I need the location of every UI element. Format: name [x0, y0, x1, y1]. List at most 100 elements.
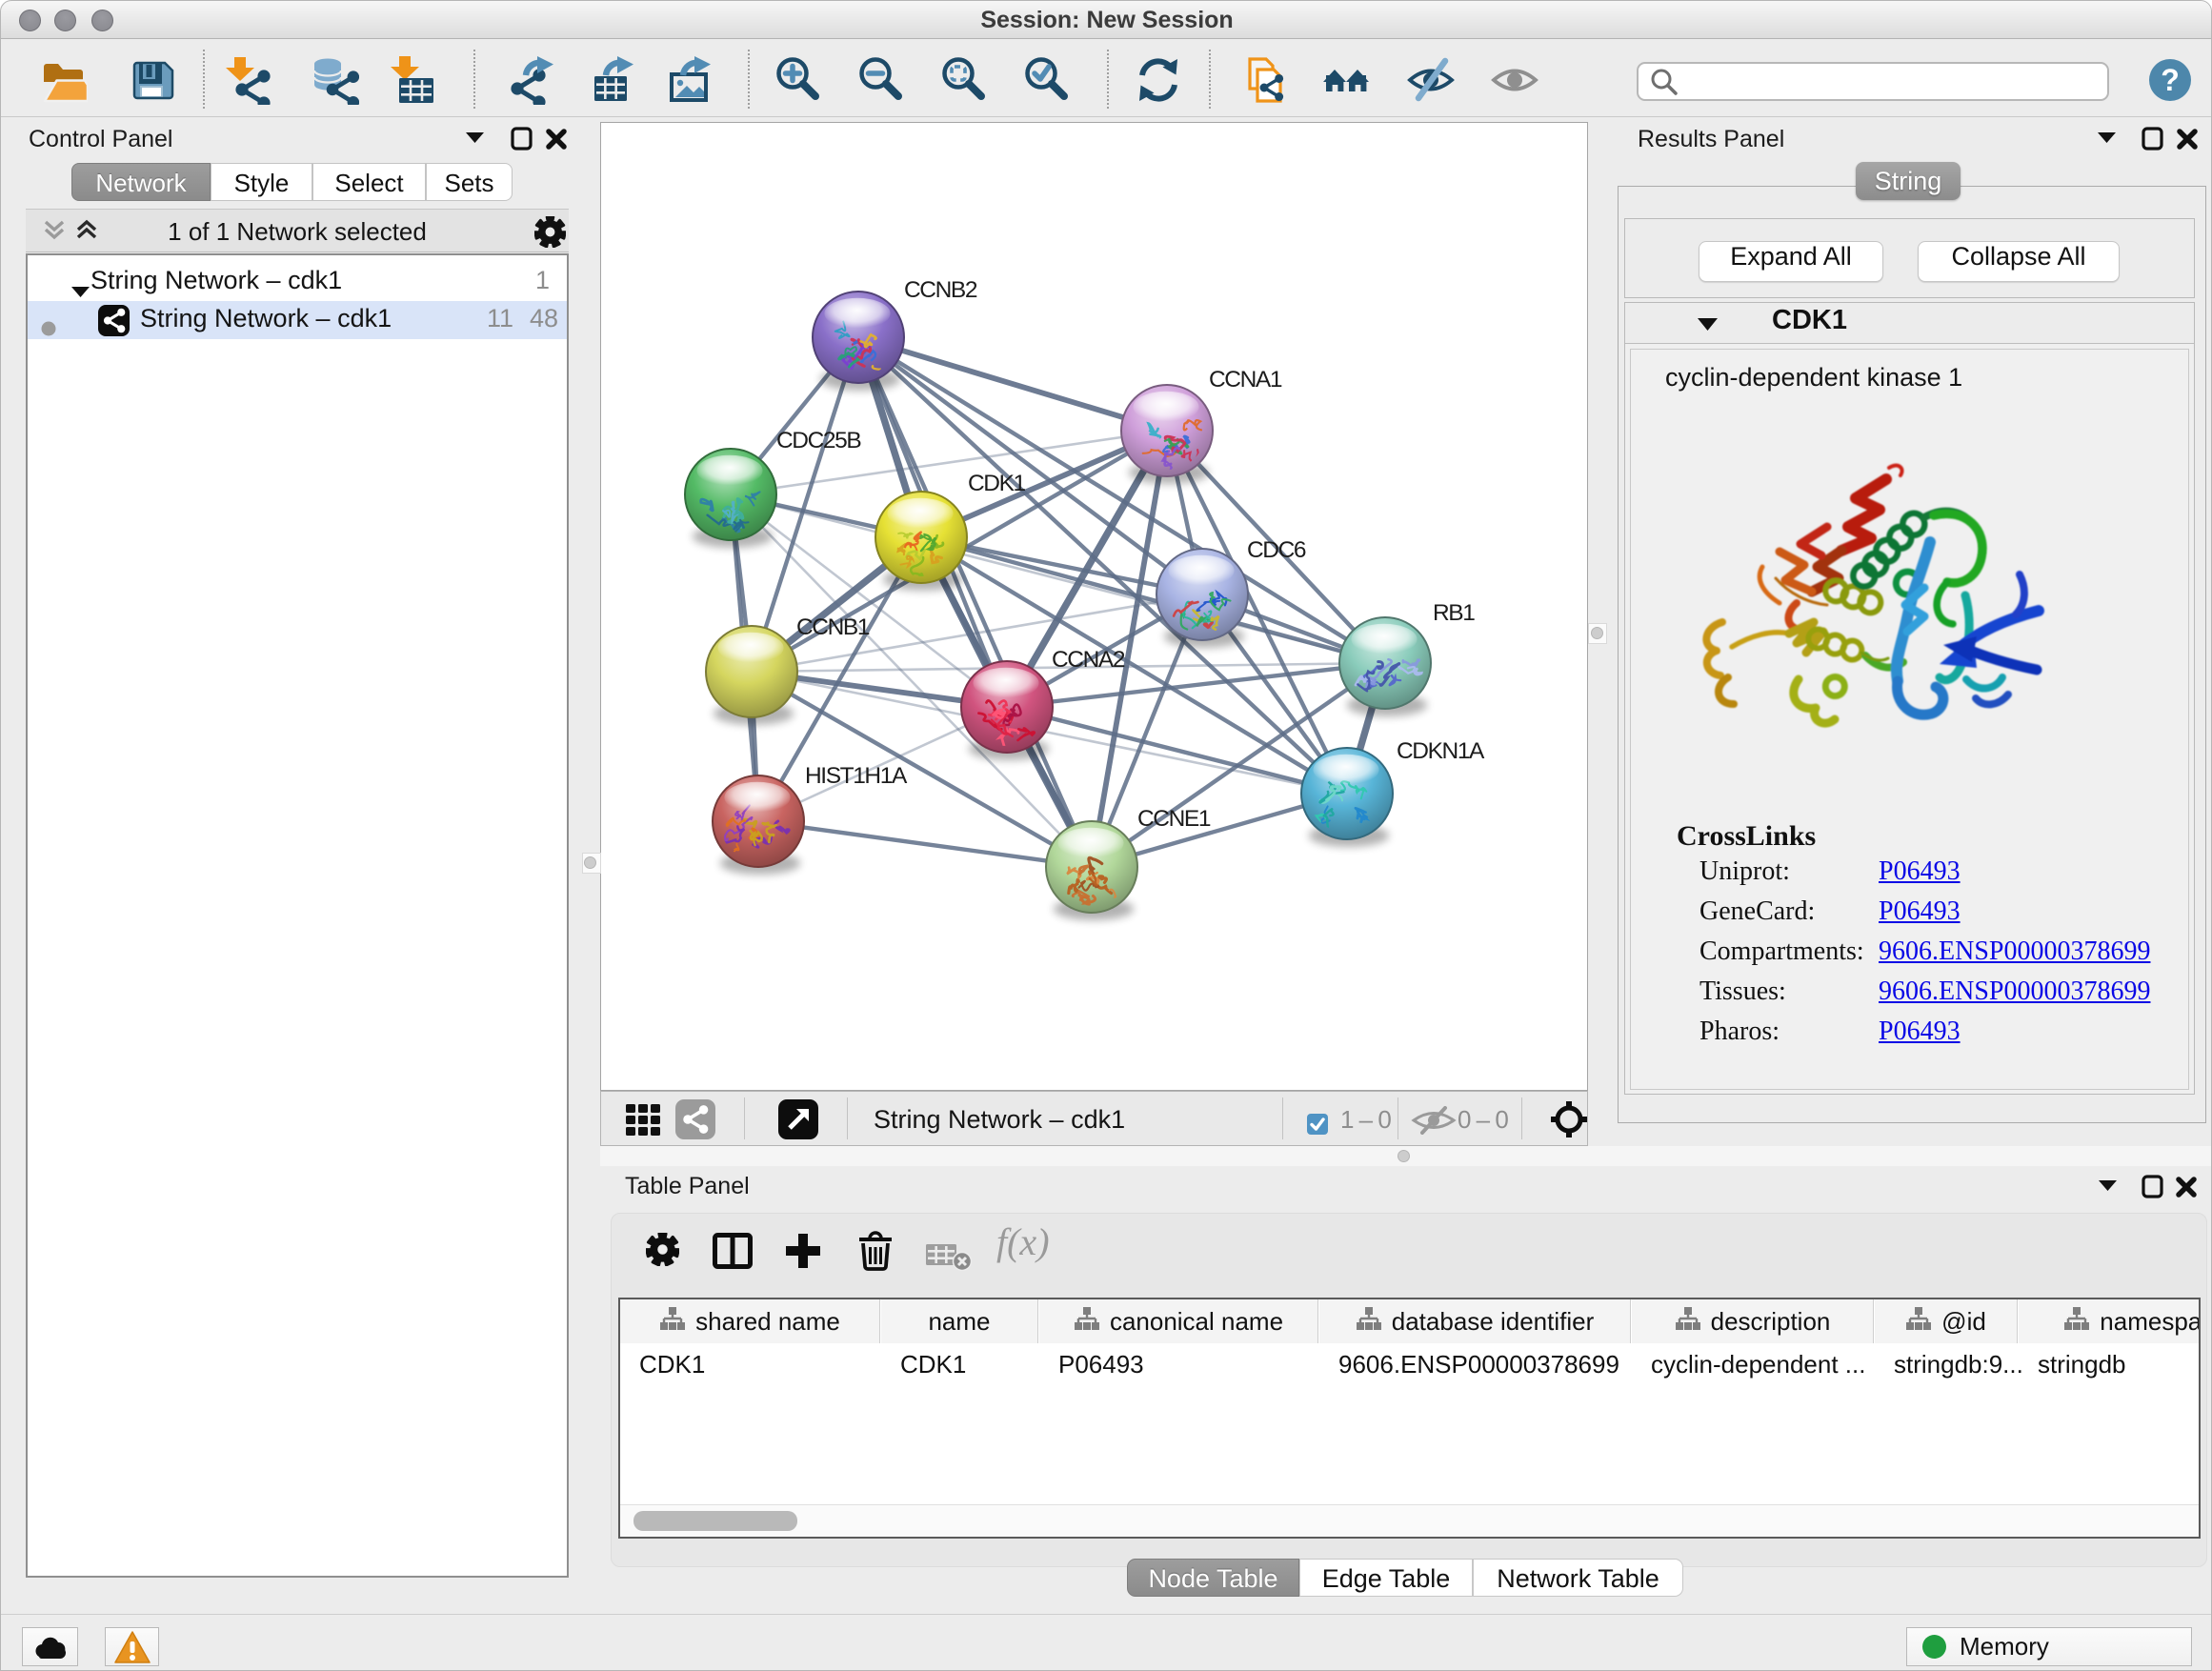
- table-delete-column-icon[interactable]: [926, 1240, 972, 1276]
- selected-checkbox-icon[interactable]: [1307, 1114, 1328, 1139]
- detach-view-icon[interactable]: [778, 1099, 818, 1144]
- node-RB1[interactable]: [1339, 617, 1431, 716]
- zoom-out-button[interactable]: [857, 55, 907, 105]
- node-CDC25B[interactable]: [685, 449, 776, 548]
- table-add-icon[interactable]: [785, 1233, 821, 1274]
- node-CDC6[interactable]: [1156, 549, 1248, 648]
- table-panel-menu-icon[interactable]: [2099, 1179, 2117, 1197]
- table-function-icon[interactable]: f(x): [996, 1219, 1050, 1264]
- table-scrollbar[interactable]: [620, 1504, 2199, 1537]
- search-input[interactable]: [1637, 62, 2109, 101]
- network-collection-row[interactable]: String Network – cdk1 1: [28, 263, 567, 301]
- memory-button[interactable]: Memory: [1906, 1627, 2192, 1666]
- control-panel-float-icon[interactable]: [511, 127, 533, 156]
- node-CCNA2[interactable]: [961, 661, 1053, 760]
- crosshair-icon[interactable]: [1550, 1100, 1588, 1143]
- node-CDKN1A[interactable]: [1301, 748, 1393, 847]
- crosslink-link[interactable]: P06493: [1879, 856, 1961, 887]
- column-header-canonical-name[interactable]: canonical name: [1039, 1299, 1318, 1343]
- network-share-icon[interactable]: [675, 1099, 715, 1144]
- node-label-CCNB1: CCNB1: [796, 614, 870, 640]
- table-cell[interactable]: P06493: [1039, 1344, 1318, 1384]
- tab-style[interactable]: Style: [211, 163, 312, 201]
- table-cell[interactable]: stringdb:9...: [1875, 1344, 2018, 1384]
- table-cell[interactable]: 9606.ENSP00000378699: [1319, 1344, 1631, 1384]
- crosslink-link[interactable]: 9606.ENSP00000378699: [1879, 936, 2150, 967]
- tab-network[interactable]: Network: [71, 163, 211, 201]
- import-database-button[interactable]: [310, 55, 359, 105]
- column-header-description[interactable]: description: [1632, 1299, 1874, 1343]
- tab-string[interactable]: String: [1856, 162, 1961, 200]
- tab-edge-table[interactable]: Edge Table: [1299, 1559, 1473, 1597]
- node-label-CCNB2: CCNB2: [904, 277, 977, 303]
- table-panel-float-icon[interactable]: [2142, 1175, 2164, 1204]
- copy-network-button[interactable]: [1240, 55, 1290, 105]
- crosslink-link[interactable]: P06493: [1879, 896, 1961, 927]
- cdk1-section-header[interactable]: CDK1: [1625, 303, 2194, 344]
- network-canvas[interactable]: CCNB2CCNA1CDC25BCDK1CDC6RB1CCNB1CCNA2CDK…: [600, 122, 1588, 1091]
- table-cell[interactable]: stringdb: [2019, 1344, 2201, 1384]
- warning-button[interactable]: [105, 1627, 159, 1666]
- expand-all-button[interactable]: Expand All: [1699, 241, 1883, 282]
- edge-CCNB2-CCNA1[interactable]: [858, 337, 1167, 431]
- hidden-eye-icon[interactable]: [1411, 1106, 1457, 1139]
- collapse-all-button[interactable]: Collapse All: [1918, 241, 2120, 282]
- network-options-gear-icon[interactable]: [534, 216, 566, 252]
- column-header-namespace[interactable]: namespace: [2019, 1299, 2201, 1343]
- export-table-button[interactable]: [589, 55, 638, 105]
- crosslink-label: GeneCard:: [1699, 896, 1815, 927]
- node-label-RB1: RB1: [1433, 600, 1475, 626]
- table-cell[interactable]: cyclin-dependent ...: [1632, 1344, 1874, 1384]
- birdseye-grid-icon[interactable]: [624, 1100, 662, 1143]
- home-layout-button[interactable]: [1321, 55, 1371, 105]
- node-CCNA1[interactable]: [1121, 385, 1213, 484]
- right-splitter-handle[interactable]: [1591, 627, 1603, 639]
- refresh-button[interactable]: [1134, 55, 1183, 105]
- table-columns-icon[interactable]: [713, 1233, 753, 1274]
- zoom-in-button[interactable]: [774, 55, 824, 105]
- zoom-selected-button[interactable]: [1023, 55, 1073, 105]
- results-panel-menu-icon[interactable]: [2098, 131, 2116, 149]
- node-HIST1H1A[interactable]: [713, 775, 804, 875]
- show-all-button[interactable]: [1490, 55, 1539, 105]
- table-gear-icon[interactable]: [646, 1233, 679, 1271]
- column-header-shared-name[interactable]: shared name: [620, 1299, 880, 1343]
- column-header-name[interactable]: name: [881, 1299, 1038, 1343]
- column-header-database-identifier[interactable]: database identifier: [1319, 1299, 1631, 1343]
- open-session-button[interactable]: [38, 55, 88, 105]
- tab-sets[interactable]: Sets: [426, 163, 513, 201]
- export-image-button[interactable]: [666, 55, 715, 105]
- tab-select[interactable]: Select: [312, 163, 426, 201]
- control-panel-close-icon[interactable]: [544, 127, 569, 156]
- results-panel-close-icon[interactable]: [2175, 127, 2200, 156]
- cloud-button[interactable]: [22, 1627, 78, 1666]
- bottom-splitter-handle[interactable]: [1398, 1150, 1410, 1162]
- control-panel-menu-icon[interactable]: [466, 131, 484, 149]
- edge-HIST1H1A-CCNE1[interactable]: [758, 821, 1092, 867]
- table-cell[interactable]: CDK1: [620, 1344, 880, 1384]
- import-table-button[interactable]: [391, 55, 440, 105]
- import-network-button[interactable]: [226, 55, 275, 105]
- node-CCNE1[interactable]: [1046, 821, 1137, 920]
- save-session-button[interactable]: [127, 55, 176, 105]
- cdk1-section-content: cyclin-dependent kinase 1 CrossLinks Uni…: [1630, 349, 2189, 1090]
- toolbar-separator: [1107, 50, 1109, 109]
- table-cell[interactable]: CDK1: [881, 1344, 1038, 1384]
- help-button[interactable]: ?: [2145, 55, 2195, 105]
- crosslink-link[interactable]: P06493: [1879, 1017, 1961, 1047]
- node-CCNB1[interactable]: [706, 626, 797, 725]
- network-row[interactable]: String Network – cdk1 11 48: [28, 301, 567, 339]
- zoom-fit-button[interactable]: [940, 55, 990, 105]
- crosslink-link[interactable]: 9606.ENSP00000378699: [1879, 976, 2150, 1007]
- results-panel-float-icon[interactable]: [2142, 127, 2164, 156]
- node-CDK1[interactable]: [875, 492, 967, 591]
- left-splitter-handle[interactable]: [584, 856, 596, 869]
- node-CCNB2[interactable]: [813, 292, 904, 391]
- table-panel-close-icon[interactable]: [2174, 1175, 2199, 1204]
- table-delete-icon[interactable]: [857, 1231, 894, 1276]
- export-network-button[interactable]: [509, 55, 558, 105]
- column-header--id[interactable]: @id: [1875, 1299, 2018, 1343]
- tab-network-table[interactable]: Network Table: [1473, 1559, 1683, 1597]
- tab-node-table[interactable]: Node Table: [1127, 1559, 1299, 1597]
- hide-selected-button[interactable]: [1406, 55, 1456, 105]
